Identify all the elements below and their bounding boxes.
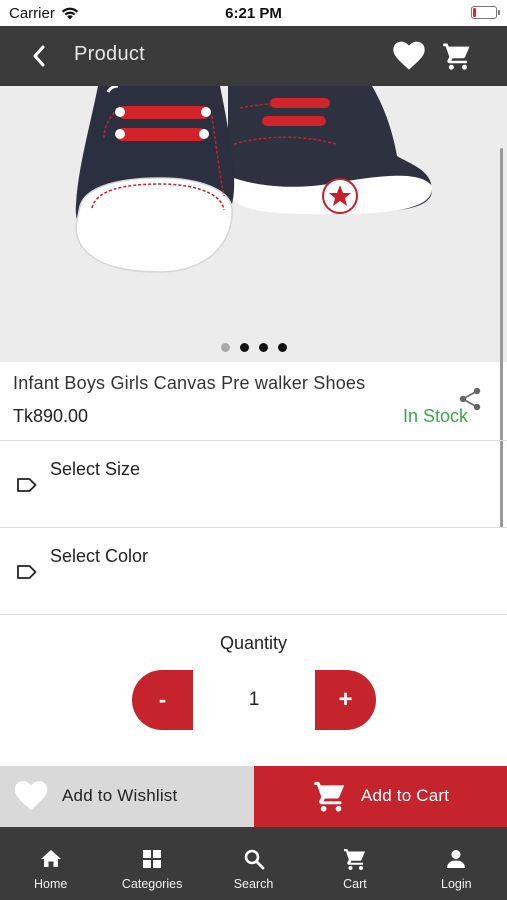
header-cart-button[interactable] (439, 38, 475, 74)
product-image[interactable] (0, 86, 507, 362)
nav-label-cart: Cart (343, 877, 367, 891)
status-bar: Carrier 6:21 PM (0, 0, 507, 26)
nav-item-cart[interactable]: Cart (304, 827, 405, 900)
heart-icon (14, 781, 48, 811)
home-icon (40, 850, 61, 867)
tag-icon (17, 478, 37, 492)
quantity-increase-button[interactable]: + (315, 670, 376, 730)
pager-dot-4[interactable] (277, 343, 287, 352)
chevron-left-icon (33, 45, 45, 67)
product-price: Tk890.00 (13, 406, 89, 426)
bottom-nav: Home Categories Search Cart Login (0, 827, 507, 900)
quantity-title: Quantity (219, 633, 288, 653)
divider (0, 614, 507, 615)
nav-item-search[interactable]: Search (203, 827, 304, 900)
nav-label-home: Home (34, 877, 68, 891)
select-color-label: Select Color (50, 546, 149, 566)
scrollbar[interactable] (500, 148, 503, 528)
grid-icon (143, 850, 162, 868)
battery-icon (471, 6, 500, 19)
add-to-cart-button[interactable]: Add to Cart (254, 766, 507, 827)
person-icon (447, 850, 466, 868)
cart-icon (443, 43, 470, 70)
nav-item-login[interactable]: Login (406, 827, 507, 900)
nav-label-login: Login (441, 877, 472, 891)
nav-label-categories: Categories (121, 877, 183, 891)
heart-icon (393, 41, 425, 70)
status-time: 6:21 PM (225, 5, 282, 22)
tag-icon (17, 565, 37, 579)
nav-item-categories[interactable]: Categories (101, 827, 202, 900)
quantity-decrease-button[interactable]: - (132, 670, 193, 730)
search-icon (244, 849, 264, 870)
back-button[interactable] (24, 41, 54, 71)
select-size-label: Select Size (50, 459, 141, 479)
nav-item-home[interactable]: Home (0, 827, 101, 900)
stock-status: In Stock (402, 406, 468, 426)
app-bar: Product (0, 26, 507, 86)
shoes-illustration (75, 86, 433, 273)
select-size-row[interactable]: Select Size (0, 441, 500, 527)
pager-dot-2[interactable] (239, 343, 249, 352)
pager-dot-1[interactable] (220, 343, 230, 352)
nav-label-search: Search (233, 877, 274, 891)
select-color-row[interactable]: Select Color (0, 528, 500, 614)
favorite-button[interactable] (391, 38, 427, 74)
add-to-cart-label: Add to Cart (361, 786, 450, 805)
page-title: Product (74, 43, 146, 65)
cart-icon (343, 849, 365, 870)
cart-icon (314, 781, 345, 812)
add-to-wishlist-label: Add to Wishlist (62, 786, 178, 805)
quantity-value: 1 (248, 689, 260, 710)
pager-dot-3[interactable] (258, 343, 268, 352)
add-to-wishlist-button[interactable]: Add to Wishlist (0, 766, 254, 827)
image-pager (0, 343, 507, 352)
product-name: Infant Boys Girls Canvas Pre walker Shoe… (13, 373, 366, 393)
